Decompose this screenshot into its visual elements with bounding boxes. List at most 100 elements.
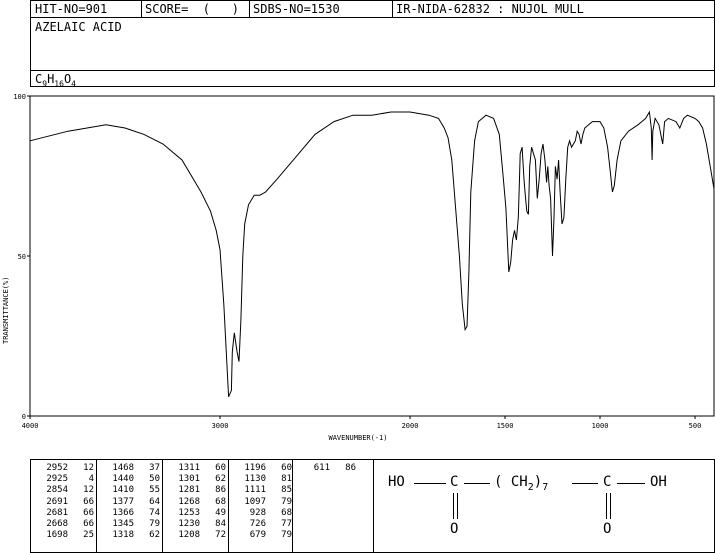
peak-wavenumber: 1253 xyxy=(178,507,200,518)
peak-wavenumber: 611 xyxy=(313,463,330,473)
peak-wavenumber: 1440 xyxy=(112,474,134,485)
peak-wavenumber: 1268 xyxy=(178,496,200,507)
peak-column-separator xyxy=(228,459,229,553)
y-tick-label: 0 xyxy=(22,413,26,421)
peak-row: 2691 66 xyxy=(34,497,94,508)
sdbs-no: SDBS-NO=1530 xyxy=(253,2,340,16)
x-axis-label: WAVENUMBER(-1) xyxy=(328,434,387,442)
peak-row: 1196 60 xyxy=(232,463,292,474)
double-bond-2 xyxy=(606,493,611,519)
x-tick-label: 500 xyxy=(689,422,702,430)
ir-spectrum-chart: 0 50 100 4000 3000 2000 1500 1000 500 TRANSMITT… xyxy=(2,93,715,442)
peak-transmittance: 79 xyxy=(281,530,292,541)
peak-wavenumber: 726 xyxy=(249,519,266,530)
peak-transmittance: 79 xyxy=(149,519,160,530)
peak-row: 2952 12 xyxy=(34,463,94,474)
peak-wavenumber: 1111 xyxy=(244,485,266,496)
peak-wavenumber: 2952 xyxy=(46,463,68,473)
bond-3 xyxy=(572,483,598,484)
hit-no: HIT-NO=901 xyxy=(35,2,108,16)
bond-1 xyxy=(414,483,446,484)
peak-row: 1311 60 xyxy=(166,463,226,474)
peak-table-column: 1196 60 1130 81 1111 85 1097 79 928 68 726 77 679 79 xyxy=(232,463,292,541)
peak-wavenumber: 1130 xyxy=(244,474,266,485)
peak-transmittance: 66 xyxy=(83,519,94,530)
peak-row: 1440 50 xyxy=(100,474,160,485)
peak-wavenumber: 1097 xyxy=(244,496,266,507)
peak-wavenumber: 1698 xyxy=(46,530,68,541)
peak-row: 1318 62 xyxy=(100,530,160,541)
peak-transmittance: 68 xyxy=(281,507,292,518)
x-tick-label: 4000 xyxy=(22,422,39,430)
structure-ch2: ( CH2)7 xyxy=(494,474,549,493)
peak-row: 726 77 xyxy=(232,519,292,530)
peak-transmittance: 55 xyxy=(149,485,160,496)
peak-transmittance: 62 xyxy=(215,474,226,485)
x-tick-label: 3000 xyxy=(212,422,229,430)
peak-transmittance: 86 xyxy=(345,463,356,473)
peak-transmittance: 50 xyxy=(149,474,160,485)
peak-wavenumber: 679 xyxy=(249,530,266,541)
peak-row: 2925 4 xyxy=(34,474,94,485)
peak-transmittance: 12 xyxy=(83,485,94,496)
structure-o2: O xyxy=(603,521,612,537)
peak-wavenumber: 2668 xyxy=(46,519,68,530)
peak-wavenumber: 1377 xyxy=(112,496,134,507)
peak-wavenumber: 1301 xyxy=(178,474,200,485)
peak-wavenumber: 928 xyxy=(249,507,266,518)
bond-4 xyxy=(617,483,645,484)
peak-transmittance: 60 xyxy=(281,463,292,473)
peak-row: 2668 66 xyxy=(34,519,94,530)
peak-table-column: 611 86 xyxy=(296,463,356,474)
double-bond-1 xyxy=(453,493,458,519)
peak-wavenumber: 1208 xyxy=(178,530,200,541)
structure-ho: HO xyxy=(388,474,405,490)
ir-nida: IR-NIDA-62832 : NUJOL MULL xyxy=(396,2,584,16)
peak-row: 1281 86 xyxy=(166,485,226,496)
peak-row: 2854 12 xyxy=(34,485,94,496)
peak-row: 1268 68 xyxy=(166,497,226,508)
compound-name-box: AZELAIC ACID xyxy=(30,17,715,71)
peak-row: 1410 55 xyxy=(100,485,160,496)
peak-wavenumber: 2681 xyxy=(46,507,68,518)
peak-table-column: 2952 12 2925 4 2854 12 2691 66 2681 66 2668 66 1698 2… xyxy=(34,463,94,541)
plot-frame xyxy=(29,95,715,417)
y-axis-label: TRANSMITTANCE(%) xyxy=(2,277,10,344)
peak-row: 1097 79 xyxy=(232,497,292,508)
peak-wavenumber: 1311 xyxy=(178,463,200,473)
peak-row: 2681 66 xyxy=(34,508,94,519)
peak-row: 1468 37 xyxy=(100,463,160,474)
peak-row: 1377 64 xyxy=(100,497,160,508)
peak-row: 1366 74 xyxy=(100,508,160,519)
peak-row: 1253 49 xyxy=(166,508,226,519)
peak-transmittance: 85 xyxy=(281,485,292,496)
structure-o1: O xyxy=(450,521,459,537)
peak-transmittance: 25 xyxy=(83,530,94,541)
peak-transmittance: 66 xyxy=(83,507,94,518)
peak-row: 1208 72 xyxy=(166,530,226,541)
y-tick-label: 100 xyxy=(13,93,26,101)
structure-c2: C xyxy=(603,474,612,490)
x-tick-label: 2000 xyxy=(402,422,419,430)
peak-wavenumber: 1366 xyxy=(112,507,134,518)
peak-transmittance: 72 xyxy=(215,530,226,541)
peak-transmittance: 64 xyxy=(149,496,160,507)
peak-wavenumber: 2854 xyxy=(46,485,68,496)
peak-transmittance: 77 xyxy=(281,519,292,530)
peak-transmittance: 66 xyxy=(83,496,94,507)
peak-wavenumber: 1230 xyxy=(178,519,200,530)
peak-column-separator xyxy=(292,459,293,553)
peak-table-column: 1468 37 1440 50 1410 55 1377 64 1366 74 1345 79 1318… xyxy=(100,463,160,541)
peak-transmittance: 4 xyxy=(88,474,94,485)
peak-wavenumber: 1281 xyxy=(178,485,200,496)
formula-box: C9H16O4 xyxy=(30,70,715,88)
peak-row: 1345 79 xyxy=(100,519,160,530)
header-bar: HIT-NO=901 SCORE= ( ) SDBS-NO=1530 IR-NI… xyxy=(30,0,715,18)
peak-row: 1301 62 xyxy=(166,474,226,485)
peak-transmittance: 37 xyxy=(149,463,160,473)
bond-2 xyxy=(464,483,490,484)
peak-row: 1130 81 xyxy=(232,474,292,485)
peak-transmittance: 49 xyxy=(215,507,226,518)
peak-wavenumber: 2691 xyxy=(46,496,68,507)
compound-name: AZELAIC ACID xyxy=(35,20,122,34)
